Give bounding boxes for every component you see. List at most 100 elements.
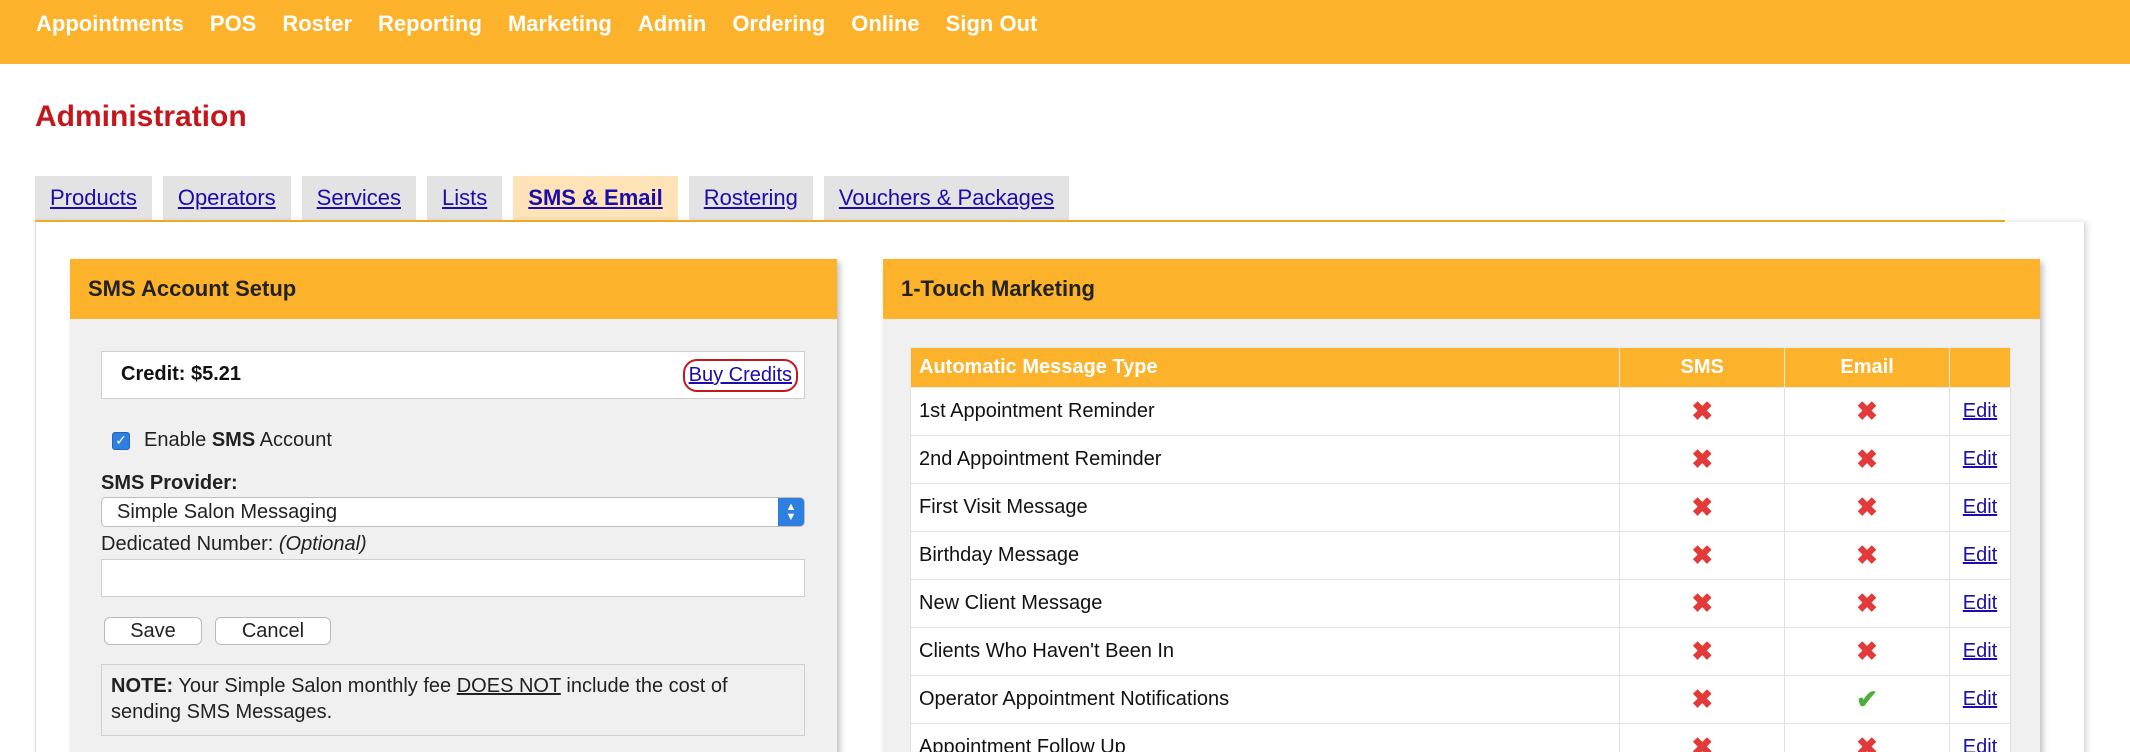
- cross-icon: ✖: [1856, 588, 1878, 618]
- cross-icon: ✖: [1691, 396, 1714, 426]
- edit-cell: Edit: [1949, 483, 2011, 532]
- credit-balance: Credit: $5.21: [121, 363, 242, 385]
- edit-cell: Edit: [1949, 387, 2011, 436]
- edit-cell: Edit: [1949, 531, 2011, 580]
- message-type-cell: New Client Message: [909, 579, 1621, 628]
- table-body: 1st Appointment Reminder ✖ ✖ Edit 2nd Appoin…: [909, 387, 2011, 752]
- enable-sms-row: ✓ Enable SMS Account: [112, 429, 332, 452]
- buy-credits-link[interactable]: Buy Credits: [682, 359, 798, 392]
- marketing-header: 1-Touch Marketing: [883, 259, 2040, 319]
- one-touch-marketing-card: 1-Touch Marketing Automatic Message Type…: [883, 259, 2040, 752]
- tab-operators[interactable]: Operators: [162, 176, 291, 220]
- edit-cell: Edit: [1949, 435, 2011, 484]
- email-status-cell: ✖: [1784, 579, 1950, 628]
- table-row: Appointment Follow Up ✖ ✖ Edit: [909, 723, 2011, 752]
- save-button[interactable]: Save: [104, 617, 202, 645]
- sms-provider-label: SMS Provider:: [101, 472, 238, 494]
- sms-status-cell: ✖: [1619, 435, 1786, 484]
- sms-provider-select[interactable]: Simple Salon Messaging ▲ ▼: [101, 497, 805, 527]
- tab-lists[interactable]: Lists: [427, 176, 503, 220]
- enable-sms-label-prefix: Enable: [144, 429, 212, 451]
- nav-item-reporting[interactable]: Reporting: [378, 11, 482, 37]
- edit-link[interactable]: Edit: [1963, 736, 1997, 752]
- cross-icon: ✖: [1691, 492, 1714, 522]
- top-nav-bar: Appointments POS Roster Reporting Market…: [0, 0, 2130, 64]
- message-type-cell: 2nd Appointment Reminder: [909, 435, 1621, 484]
- nav-item-pos[interactable]: POS: [210, 11, 256, 37]
- enable-sms-label-suffix: Account: [255, 429, 332, 451]
- nav-item-online[interactable]: Online: [851, 11, 919, 37]
- nav-item-admin[interactable]: Admin: [638, 11, 706, 37]
- edit-link[interactable]: Edit: [1963, 640, 1997, 662]
- credit-box: Credit: $5.21 Buy Credits: [101, 351, 805, 399]
- sms-status-cell: ✖: [1619, 723, 1786, 752]
- email-status-cell: ✖: [1784, 435, 1950, 484]
- cross-icon: ✖: [1691, 588, 1714, 618]
- enable-sms-checkbox[interactable]: ✓: [112, 431, 130, 450]
- nav-item-appointments[interactable]: Appointments: [36, 11, 184, 37]
- nav-item-ordering[interactable]: Ordering: [732, 11, 825, 37]
- edit-link[interactable]: Edit: [1963, 496, 1997, 518]
- nav-item-sign-out[interactable]: Sign Out: [946, 11, 1038, 37]
- tab-services[interactable]: Services: [301, 176, 417, 220]
- sms-account-setup-card: SMS Account Setup Credit: $5.21 Buy Cred…: [70, 259, 837, 752]
- sms-status-cell: ✖: [1619, 627, 1786, 676]
- table-row: 2nd Appointment Reminder ✖ ✖ Edit: [909, 435, 2011, 484]
- cross-icon: ✖: [1691, 636, 1714, 666]
- header-sms: SMS: [1619, 347, 1786, 388]
- cross-icon: ✖: [1691, 684, 1714, 714]
- dedicated-number-label-text: Dedicated Number:: [101, 533, 279, 555]
- table-row: Clients Who Haven't Been In ✖ ✖ Edit: [909, 627, 2011, 676]
- dedicated-number-input[interactable]: [101, 559, 805, 597]
- sms-status-cell: ✖: [1619, 483, 1786, 532]
- message-type-cell: Operator Appointment Notifications: [909, 675, 1621, 724]
- edit-cell: Edit: [1949, 627, 2011, 676]
- tab-sms-email[interactable]: SMS & Email: [513, 176, 678, 220]
- cross-icon: ✖: [1691, 732, 1714, 752]
- table-row: Operator Appointment Notifications ✖ ✔ Edit: [909, 675, 2011, 724]
- table-header-row: Automatic Message Type SMS Email: [909, 347, 2011, 388]
- edit-link[interactable]: Edit: [1963, 400, 1997, 422]
- edit-link[interactable]: Edit: [1963, 544, 1997, 566]
- email-status-cell: ✔: [1784, 675, 1950, 724]
- sms-setup-header: SMS Account Setup: [70, 259, 837, 319]
- edit-link[interactable]: Edit: [1963, 688, 1997, 710]
- sms-cost-note: NOTE: Your Simple Salon monthly fee DOES…: [101, 664, 805, 736]
- page-title: Administration: [35, 100, 247, 133]
- edit-link[interactable]: Edit: [1963, 592, 1997, 614]
- header-message-type: Automatic Message Type: [909, 347, 1621, 388]
- header-email: Email: [1784, 347, 1950, 388]
- sms-status-cell: ✖: [1619, 387, 1786, 436]
- table-row: New Client Message ✖ ✖ Edit: [909, 579, 2011, 628]
- email-status-cell: ✖: [1784, 531, 1950, 580]
- email-status-cell: ✖: [1784, 627, 1950, 676]
- cross-icon: ✖: [1856, 540, 1878, 570]
- table-row: 1st Appointment Reminder ✖ ✖ Edit: [909, 387, 2011, 436]
- tab-products[interactable]: Products: [35, 176, 152, 220]
- cross-icon: ✖: [1856, 492, 1878, 522]
- message-type-cell: 1st Appointment Reminder: [909, 387, 1621, 436]
- message-type-cell: First Visit Message: [909, 483, 1621, 532]
- email-status-cell: ✖: [1784, 387, 1950, 436]
- header-edit: [1949, 347, 2011, 388]
- cross-icon: ✖: [1856, 732, 1878, 752]
- nav-item-roster[interactable]: Roster: [282, 11, 352, 37]
- cancel-button[interactable]: Cancel: [215, 617, 331, 645]
- nav-item-marketing[interactable]: Marketing: [508, 11, 612, 37]
- select-arrows-icon: ▲ ▼: [778, 498, 804, 526]
- dedicated-number-optional: (Optional): [278, 533, 367, 555]
- enable-sms-label: Enable SMS Account: [144, 429, 332, 452]
- tab-rostering[interactable]: Rostering: [688, 176, 813, 220]
- admin-tabs: Products Operators Services Lists SMS & …: [35, 176, 1080, 220]
- message-type-cell: Birthday Message: [909, 531, 1621, 580]
- sms-provider-value: Simple Salon Messaging: [117, 500, 338, 523]
- note-text-1: Your Simple Salon monthly fee: [173, 675, 457, 697]
- checkmark-icon: ✓: [115, 432, 127, 448]
- email-status-cell: ✖: [1784, 483, 1950, 532]
- cross-icon: ✖: [1691, 540, 1714, 570]
- edit-link[interactable]: Edit: [1963, 448, 1997, 470]
- automatic-messages-table: Automatic Message Type SMS Email 1st App…: [909, 347, 2011, 752]
- check-icon: ✔: [1856, 684, 1878, 714]
- tab-vouchers-packages[interactable]: Vouchers & Packages: [823, 176, 1070, 220]
- email-status-cell: ✖: [1784, 723, 1950, 752]
